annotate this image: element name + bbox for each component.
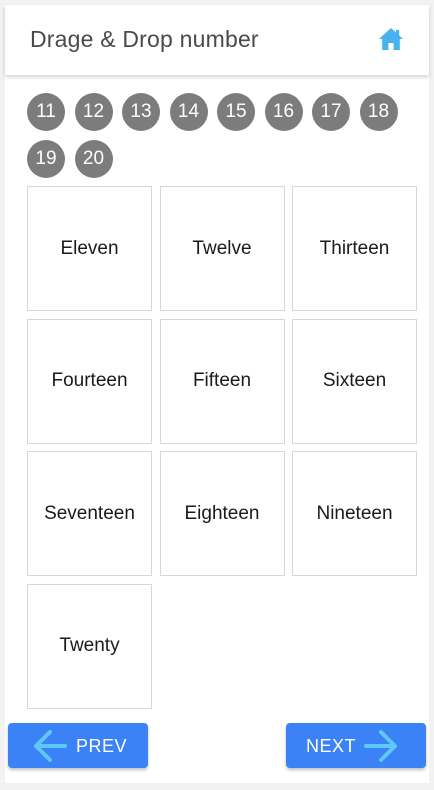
app-frame: Drage & Drop number 11 12 13 14 15 16 17…: [5, 5, 429, 783]
number-chip[interactable]: 12: [74, 93, 113, 131]
number-chip[interactable]: 16: [264, 93, 303, 131]
arrow-right-icon: [364, 730, 397, 762]
drop-cell[interactable]: Sixteen: [292, 318, 417, 444]
next-button-label: NEXT: [306, 736, 357, 756]
next-button[interactable]: NEXT: [286, 723, 426, 768]
prev-button[interactable]: PREV: [8, 723, 148, 768]
arrow-left-icon: [34, 730, 67, 762]
page-title: Drage & Drop number: [30, 26, 259, 52]
drop-cell[interactable]: Twelve: [159, 186, 285, 311]
drop-cell[interactable]: Fifteen: [159, 318, 285, 444]
number-chip[interactable]: 19: [27, 140, 65, 178]
prev-button-label: PREV: [76, 736, 128, 756]
number-chip[interactable]: 18: [359, 93, 398, 131]
home-icon[interactable]: [377, 25, 405, 53]
header-bar: Drage & Drop number: [5, 5, 429, 75]
number-chip[interactable]: 14: [169, 93, 208, 131]
drop-cell[interactable]: Twenty: [27, 583, 152, 709]
drop-cell[interactable]: Seventeen: [27, 451, 152, 576]
number-chip[interactable]: 20: [74, 140, 113, 178]
number-chip[interactable]: 17: [312, 93, 350, 131]
number-chip[interactable]: 15: [217, 93, 255, 131]
drop-cell[interactable]: Eleven: [27, 186, 152, 311]
drop-cell[interactable]: Nineteen: [292, 451, 417, 576]
drop-cell[interactable]: Fourteen: [27, 318, 152, 444]
drop-cell[interactable]: Thirteen: [292, 186, 417, 311]
number-chip[interactable]: 13: [122, 93, 160, 131]
drop-cell[interactable]: Eighteen: [159, 451, 285, 576]
number-chip[interactable]: 11: [27, 93, 65, 131]
